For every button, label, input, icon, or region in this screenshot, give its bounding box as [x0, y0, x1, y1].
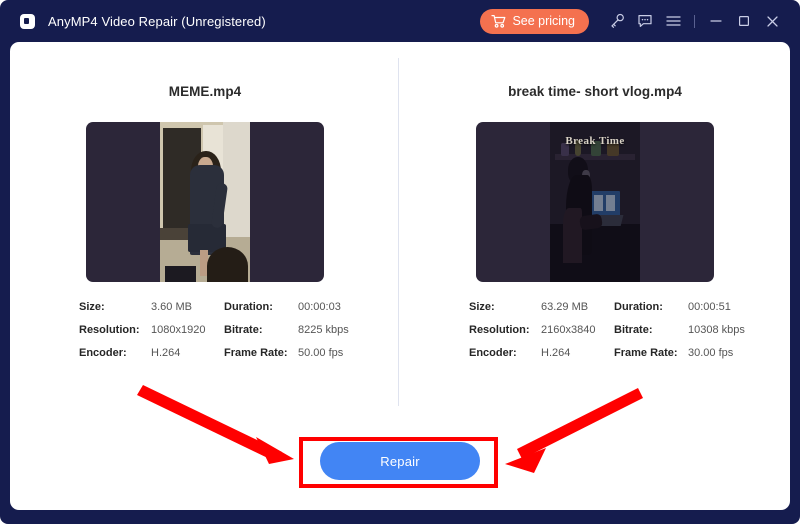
resolution-label: Resolution:: [469, 324, 541, 336]
video-panes: MEME.mp4: [10, 42, 790, 407]
video-thumbnail[interactable]: [86, 122, 324, 282]
encoder-value: H.264: [541, 347, 614, 359]
video-file-name: MEME.mp4: [169, 84, 241, 99]
encoder-value: H.264: [151, 347, 224, 359]
see-pricing-label: See pricing: [512, 14, 575, 28]
encoder-label: Encoder:: [469, 347, 541, 359]
titlebar-divider: [694, 15, 695, 28]
size-value: 63.29 MB: [541, 301, 614, 313]
see-pricing-button[interactable]: See pricing: [480, 9, 589, 34]
repair-button[interactable]: Repair: [320, 442, 480, 480]
video-pane-1: MEME.mp4: [10, 42, 400, 407]
size-label: Size:: [469, 301, 541, 313]
frame-rate-label: Frame Rate:: [224, 347, 298, 359]
frame-rate-value: 50.00 fps: [298, 347, 349, 359]
anymp4-logo-icon: [20, 13, 37, 30]
maximize-icon[interactable]: [730, 7, 758, 35]
thumbnail-overlay-text: Break Time: [550, 135, 640, 147]
duration-value: 00:00:51: [688, 301, 745, 313]
size-value: 3.60 MB: [151, 301, 224, 313]
video-metadata-table: Size: 3.60 MB Duration: 00:00:03 Resolut…: [79, 301, 331, 359]
resolution-label: Resolution:: [79, 324, 151, 336]
duration-value: 00:00:03: [298, 301, 349, 313]
frame-rate-value: 30.00 fps: [688, 347, 745, 359]
video-preview-image: Break Time: [550, 122, 640, 282]
bitrate-value: 8225 kbps: [298, 324, 349, 336]
minimize-icon[interactable]: [702, 7, 730, 35]
close-icon[interactable]: [758, 7, 786, 35]
frame-rate-label: Frame Rate:: [614, 347, 688, 359]
video-file-name: break time- short vlog.mp4: [508, 84, 682, 99]
size-label: Size:: [79, 301, 151, 313]
title-bar: AnyMP4 Video Repair (Unregistered) See p…: [0, 0, 800, 42]
shopping-cart-icon: [491, 14, 506, 28]
duration-label: Duration:: [224, 301, 298, 313]
footer-actions: Repair: [10, 442, 790, 480]
resolution-value: 1080x1920: [151, 324, 224, 336]
app-window: AnyMP4 Video Repair (Unregistered) See p…: [0, 0, 800, 524]
app-title: AnyMP4 Video Repair (Unregistered): [48, 14, 266, 29]
resolution-value: 2160x3840: [541, 324, 614, 336]
bitrate-label: Bitrate:: [614, 324, 688, 336]
bitrate-label: Bitrate:: [224, 324, 298, 336]
encoder-label: Encoder:: [79, 347, 151, 359]
bitrate-value: 10308 kbps: [688, 324, 745, 336]
video-pane-2: break time- short vlog.mp4: [400, 42, 790, 407]
content-area: MEME.mp4: [10, 42, 790, 510]
title-bar-actions: See pricing: [480, 7, 786, 35]
video-thumbnail[interactable]: Break Time: [476, 122, 714, 282]
chat-bubble-icon[interactable]: [631, 7, 659, 35]
key-icon[interactable]: [603, 7, 631, 35]
video-metadata-table: Size: 63.29 MB Duration: 00:00:51 Resolu…: [469, 301, 721, 359]
duration-label: Duration:: [614, 301, 688, 313]
video-preview-image: [160, 122, 250, 282]
hamburger-menu-icon[interactable]: [659, 7, 687, 35]
